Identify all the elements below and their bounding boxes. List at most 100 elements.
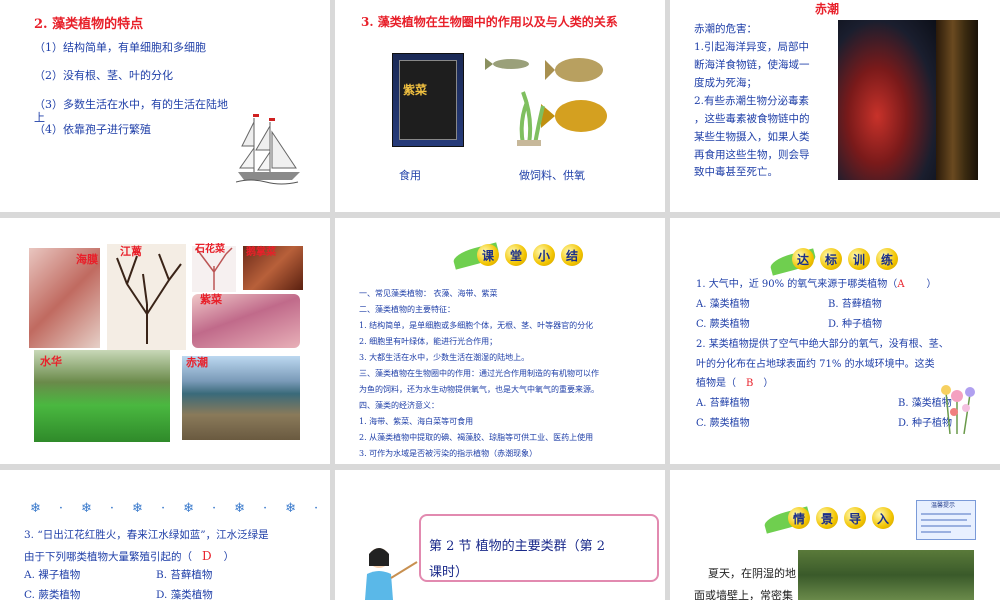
badge-char: 情	[788, 507, 810, 529]
badge-char: 堂	[505, 244, 527, 266]
feature-item: 上	[34, 111, 45, 124]
slide-practice-quiz[interactable]: 达 标 训 练 1. 大气中，近 90% 的氧气来源于哪类植物（A ） A. 藻类…	[670, 218, 1000, 464]
feature-item: （3）多数生活在水中，有的生活在陆地	[34, 98, 228, 111]
tip-card-title: 温馨提示	[931, 502, 956, 509]
slide-scenario-intro[interactable]: 情 景 导 入 温馨提示 夏天，在阴湿的地 面或墙壁上，常密集	[670, 470, 1000, 600]
summary-line: 2. 细胞里有叶绿体，能进行光合作用；	[359, 337, 498, 346]
section-title: 第 2 节 植物的主要类群（第 2	[429, 539, 606, 554]
answer-mark: A	[897, 279, 905, 290]
fish-and-algae-image	[483, 52, 615, 148]
option[interactable]: B. 苔藓植物	[156, 570, 212, 581]
badge-char: 达	[792, 248, 814, 270]
option[interactable]: B. 苔藓植物	[828, 300, 882, 310]
option[interactable]: C. 蕨类植物	[696, 419, 750, 429]
slide-quiz-3[interactable]: ❄·❄·❄·❄·❄·❄·❄ 3. “日出江花红胜火，春来江水绿如蓝”，江水泛绿是…	[0, 470, 330, 600]
feature-item: （1）结构简单，有单细胞和多细胞	[34, 41, 206, 54]
nori-package-image: 紫菜	[392, 53, 464, 147]
option[interactable]: C. 蕨类植物	[696, 320, 750, 330]
caption-feed-oxygen: 做饲料、供氧	[519, 169, 585, 182]
slide-algae-relations[interactable]: 3. 藻类植物在生物圈中的作用以及与人类的关系 紫菜 食用 做饲料、供氧	[335, 0, 665, 212]
photo-label: 赤潮	[186, 356, 208, 369]
text-line: 度成为死海；	[694, 77, 757, 89]
option[interactable]: A. 裸子植物	[24, 570, 80, 581]
photo-label: 紫菜	[200, 293, 222, 306]
summary-line: 四、藻类的经济意义：	[359, 401, 439, 410]
question-text: 由于下列哪类植物大量繁殖引起的（ D ）	[24, 550, 234, 563]
photo-label: 石花菜	[195, 244, 225, 255]
badge-char: 导	[844, 507, 866, 529]
slide-red-tide[interactable]: 赤潮 赤潮的危害： 1.引起海洋异变，局部中 断海洋食物链，使海域一 度成为死海…	[670, 0, 1000, 212]
summary-line: 1. 结构简单，是单细胞或多细胞个体，无根、茎、叶等器官的分化	[359, 321, 594, 330]
summary-line: 1. 海带、紫菜、海白菜等可食用	[359, 417, 474, 426]
answer-mark: B	[746, 378, 754, 389]
text-line: 致中毒甚至死亡。	[694, 166, 778, 178]
text-line: 赤潮的危害：	[694, 23, 757, 35]
photo-label: 海膜	[76, 253, 98, 266]
option[interactable]: A. 苔藓植物	[696, 399, 750, 409]
snowflake-decoration: ❄·❄·❄·❄·❄·❄·❄	[30, 501, 330, 516]
summary-line: 三、藻类植物在生物圈中的作用：通过光合作用制造的有机物可以作	[359, 369, 599, 378]
question-1: 1. 大气中，近 90% 的氧气来源于哪类植物（	[696, 279, 898, 290]
section-title: 课时）	[429, 565, 469, 580]
option[interactable]: D. 藻类植物	[156, 590, 213, 600]
text-line: 2.有些赤潮生物分泌毒素	[694, 95, 810, 107]
intro-text: 夏天，在阴湿的地	[708, 567, 796, 580]
scenario-badge: 情 景 导 入	[788, 507, 894, 529]
slide-algae-features[interactable]: 2. 藻类植物的特点 （1）结构简单，有单细胞和多细胞 （2）没有根、茎、叶的分…	[0, 0, 330, 212]
plankton-micrograph	[936, 20, 978, 180]
text-line: 1.引起海洋异变，局部中	[694, 41, 810, 53]
question-bracket: ）	[926, 279, 937, 290]
text-line: ，这些毒素被食物链中的	[694, 113, 810, 125]
slide-class-summary[interactable]: 课 堂 小 结 一、常见藻类植物： 衣藻、海带、紫菜 二、藻类植物的主要特征： …	[335, 218, 665, 464]
slide-title: 2. 藻类植物的特点	[34, 17, 144, 32]
photo-gracilaria	[107, 244, 186, 350]
question-bracket: ）	[763, 378, 774, 389]
feature-item: （4）依靠孢子进行繁殖	[34, 123, 151, 136]
text-line: 再食用这些生物，则会导	[694, 149, 810, 161]
summary-line: 一、常见藻类植物： 衣藻、海带、紫菜	[359, 289, 498, 298]
question-2-tail: 植物是（	[696, 378, 736, 389]
flowers-decoration	[941, 385, 975, 434]
feature-item: （2）没有根、茎、叶的分化	[34, 69, 173, 82]
sailboat-illustration	[236, 114, 300, 185]
question-text: 植物是（ B ）	[696, 379, 773, 389]
package-label: 紫菜	[403, 83, 428, 97]
question-bracket: ）	[223, 551, 235, 563]
question-3-line: 由于下列哪类植物大量繁殖引起的（	[24, 551, 192, 563]
summary-badge: 课 堂 小 结	[477, 244, 583, 266]
badge-char: 景	[816, 507, 838, 529]
badge-char: 训	[848, 248, 870, 270]
badge-char: 入	[872, 507, 894, 529]
question-2-line: 2. 某类植物提供了空气中绝大部分的氧气，没有根、茎、	[696, 339, 949, 350]
photo-label: 江蓠	[120, 245, 142, 258]
badge-char: 标	[820, 248, 842, 270]
badge-char: 结	[561, 244, 583, 266]
text-line: 某些生物摄入，如果人类	[694, 131, 810, 143]
question-text: 1. 大气中，近 90% 的氧气来源于哪类植物（A ）	[696, 280, 937, 290]
option[interactable]: D. 种子植物	[828, 320, 882, 330]
slide-section-title[interactable]: 第 2 节 植物的主要类群（第 2 课时）	[335, 470, 665, 600]
intro-text: 面或墙壁上，常密集	[694, 589, 793, 600]
badge-char: 练	[876, 248, 898, 270]
summary-line: 2. 从藻类植物中提取的碘、褐藻胶、琼脂等可供工业、医药上使用	[359, 433, 594, 442]
caption-edible: 食用	[399, 169, 421, 182]
summary-line: 3. 可作为水域是否被污染的指示植物（赤潮现象）	[359, 449, 538, 458]
question-3-line: 3. “日出江花红胜火，春来江水绿如蓝”，江水泛绿是	[24, 529, 269, 541]
option[interactable]: A. 藻类植物	[696, 300, 750, 310]
summary-line: 二、藻类植物的主要特征：	[359, 305, 455, 314]
tip-card: 温馨提示	[916, 500, 976, 540]
summary-line: 3. 大都生活在水中，少数生活在潮湿的陆地上。	[359, 353, 530, 362]
practice-badge: 达 标 训 练	[792, 248, 898, 270]
question-2-line: 叶的分化布在占地球表面约 71% 的水域环境中。这类	[696, 359, 935, 370]
text-line: 断海洋食物链，使海域一	[694, 59, 810, 71]
option[interactable]: C. 蕨类植物	[24, 590, 80, 600]
teacher-illustration	[365, 548, 418, 600]
slide-algae-gallery[interactable]: 海膜 江蓠 石花菜 鹅掌菜 紫菜 水华 赤潮	[0, 218, 330, 464]
badge-char: 课	[477, 244, 499, 266]
red-tide-sea-photo	[838, 20, 936, 180]
badge-char: 小	[533, 244, 555, 266]
moss-wall-photo	[798, 550, 974, 600]
slide-title: 3. 藻类植物在生物圈中的作用以及与人类的关系	[361, 15, 618, 29]
slide-title: 赤潮	[815, 2, 840, 16]
photo-label: 鹅掌菜	[246, 247, 276, 258]
